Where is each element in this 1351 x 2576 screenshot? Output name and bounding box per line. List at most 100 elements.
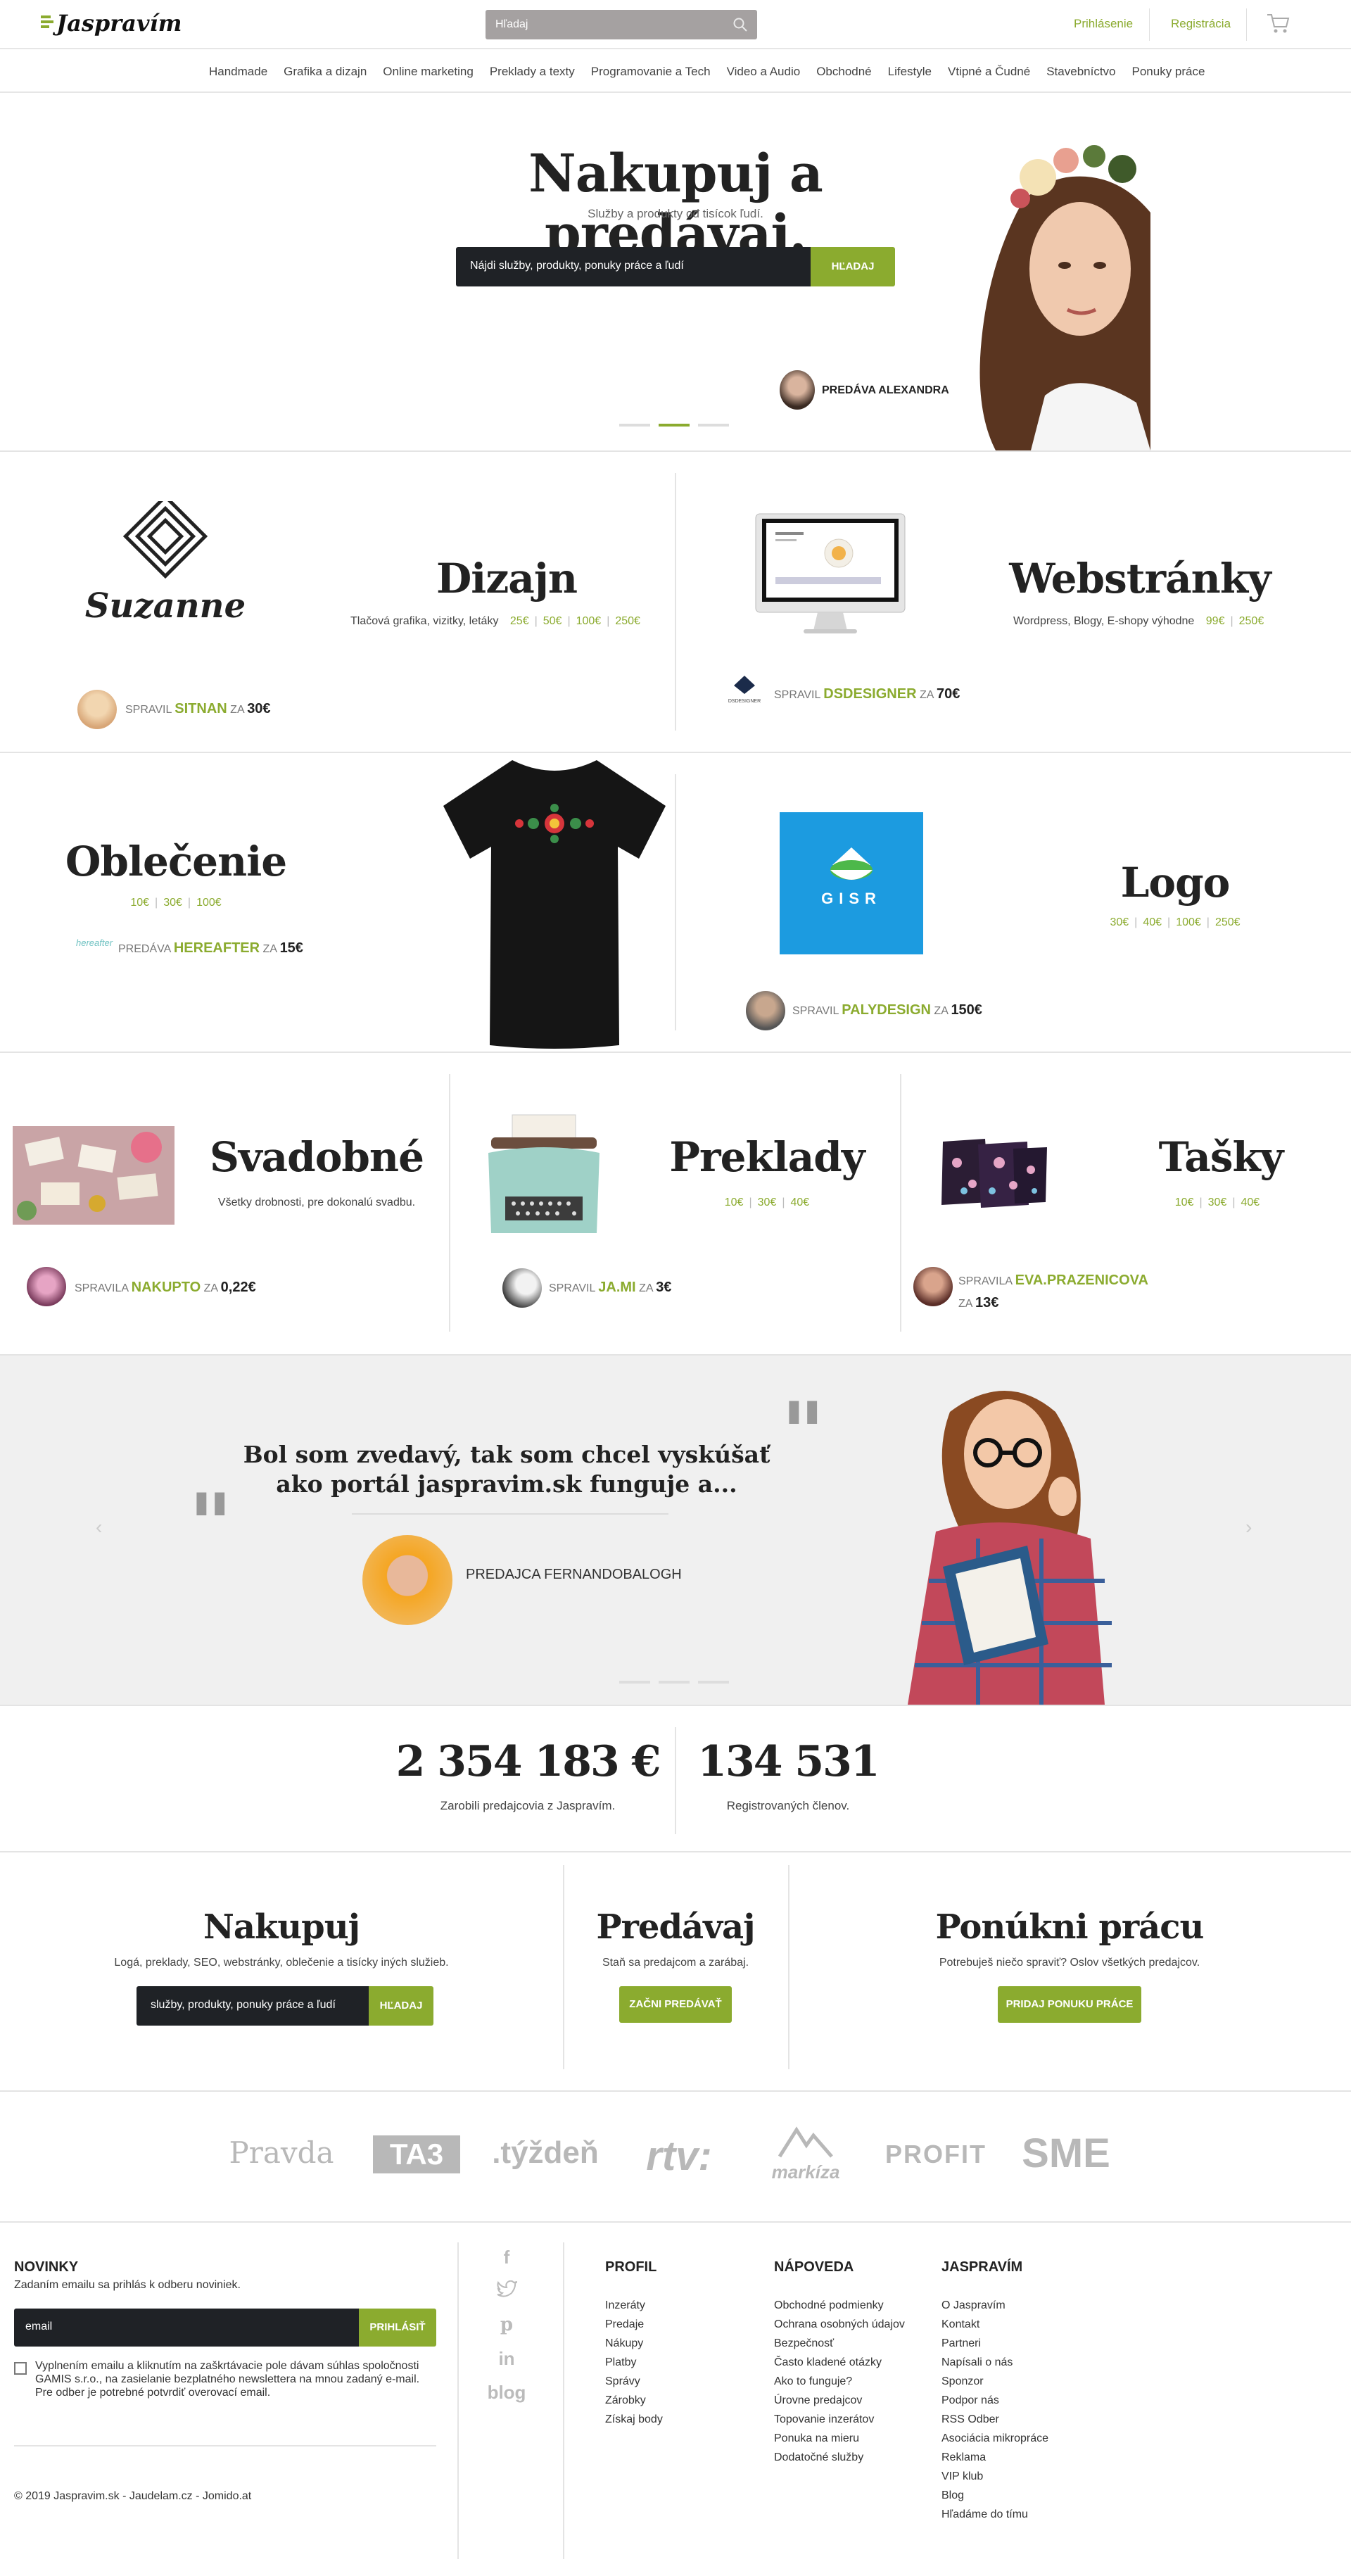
press-logo-ta3[interactable]: TA3	[373, 2135, 460, 2173]
footer-link[interactable]: Asociácia mikropráce	[941, 2429, 1048, 2448]
feature-subtitle: Wordpress, Blogy, E-shopy výhodne	[1013, 615, 1195, 627]
footer-link[interactable]: Platby	[605, 2353, 663, 2372]
footer-link[interactable]: Bezpečnosť	[774, 2334, 905, 2353]
consent-checkbox[interactable]	[14, 2362, 27, 2375]
nav-item[interactable]: Preklady a texty	[490, 65, 575, 79]
start-selling-button[interactable]: ZAČNI PREDÁVAŤ	[619, 1986, 732, 2023]
email-placeholder: email	[25, 2321, 53, 2332]
newsletter-email-input[interactable]: email	[14, 2309, 359, 2347]
footer-link[interactable]: Správy	[605, 2372, 663, 2391]
cta-search-input[interactable]: služby, produkty, ponuky práce a ľudí	[137, 1986, 369, 2026]
consent-text: Vyplnením emailu a kliknutím na zaškrtáv…	[35, 2360, 420, 2399]
nav-item[interactable]: Vtipné a Čudné	[948, 65, 1030, 79]
carousel-dot[interactable]	[659, 424, 690, 427]
footer-link[interactable]: Sponzor	[941, 2372, 1048, 2391]
footer-link[interactable]: Ako to funguje?	[774, 2372, 905, 2391]
footer-link[interactable]: Napísali o nás	[941, 2353, 1048, 2372]
press-logo-rtv[interactable]: rtv:	[626, 2133, 732, 2180]
site-logo[interactable]: Jaspravím	[56, 10, 182, 37]
nav-item[interactable]: Obchodné	[816, 65, 871, 79]
press-logo-pravda[interactable]: Pravda	[225, 2135, 338, 2170]
carousel-dot[interactable]	[698, 1681, 729, 1684]
feature-title: Preklady	[669, 1133, 865, 1181]
footer-link[interactable]: Hľadáme do tímu	[941, 2505, 1048, 2524]
carousel-dot[interactable]	[619, 1681, 650, 1684]
footer-link[interactable]: Topovanie inzerátov	[774, 2410, 905, 2429]
markiza-text: markíza	[771, 2161, 840, 2183]
linkedin-icon[interactable]: in	[486, 2348, 528, 2370]
login-link[interactable]: Prihlásenie	[1074, 17, 1133, 31]
cta-search-button[interactable]: HĽADAJ	[369, 1986, 433, 2026]
nav-item[interactable]: Ponuky práce	[1132, 65, 1205, 79]
stat-earnings-label: Zarobili predajcovia z Jaspravím.	[440, 1799, 616, 1812]
press-logo-profit[interactable]: PROFIT	[880, 2140, 992, 2169]
footer-link[interactable]: Predaje	[605, 2315, 663, 2334]
nav-item[interactable]: Programovanie a Tech	[591, 65, 711, 79]
cart-icon[interactable]	[1267, 13, 1290, 34]
hero-search-input[interactable]: Nájdi služby, produkty, ponuky práce a ľ…	[456, 247, 811, 286]
price: 100€	[576, 615, 602, 627]
avatar	[746, 991, 785, 1030]
footer-link[interactable]: Blog	[941, 2486, 1048, 2505]
footer-link[interactable]: Kontakt	[941, 2315, 1048, 2334]
testimonial-author[interactable]: PREDAJCA FERNANDOBALOGH	[466, 1567, 682, 1583]
nav-item[interactable]: Grafika a dizajn	[284, 65, 367, 79]
seller-byline[interactable]: SPRAVIL DSDESIGNER ZA 70€	[774, 686, 960, 702]
facebook-icon[interactable]: f	[486, 2247, 528, 2268]
footer-link[interactable]: O Jaspravím	[941, 2296, 1048, 2315]
nav-item[interactable]: Video a Audio	[727, 65, 801, 79]
nav-item[interactable]: Handmade	[209, 65, 267, 79]
quote-close-icon: "	[781, 1384, 825, 1483]
blog-link[interactable]: blog	[478, 2382, 535, 2404]
press-logo-sme[interactable]: SME	[1013, 2130, 1119, 2177]
footer-link[interactable]: RSS Odber	[941, 2410, 1048, 2429]
footer-link[interactable]: Reklama	[941, 2448, 1048, 2467]
seller-byline[interactable]: SPRAVIL JA.MI ZA 3€	[549, 1280, 671, 1296]
footer-link[interactable]: VIP klub	[941, 2467, 1048, 2486]
press-logo-markiza[interactable]: markíza	[760, 2126, 851, 2183]
hereafter-logo: hereafter	[76, 937, 113, 948]
seller-byline[interactable]: SPRAVILA EVA.PRAZENICOVA ZA 13€	[958, 1270, 1169, 1315]
cta-sell-subtitle: Staň sa predajcom a zarábaj.	[602, 1957, 749, 1969]
feature-title: Svadobné	[209, 1133, 424, 1181]
nav-item[interactable]: Lifestyle	[888, 65, 932, 79]
top-search-bar	[486, 10, 757, 39]
footer-link[interactable]: Nákupy	[605, 2334, 663, 2353]
footer-link[interactable]: Ochrana osobných údajov	[774, 2315, 905, 2334]
cta-job-subtitle: Potrebuješ niečo spraviť? Oslov všetkých…	[939, 1957, 1200, 1969]
footer-link[interactable]: Často kladené otázky	[774, 2353, 905, 2372]
chevron-left-icon[interactable]: ‹	[96, 1516, 102, 1539]
divider	[563, 1865, 564, 2069]
seller-byline[interactable]: PREDÁVA HEREAFTER ZA 15€	[118, 940, 303, 956]
seller-byline[interactable]: SPRAVILA NAKUPTO ZA 0,22€	[75, 1280, 256, 1296]
footer-link[interactable]: Získaj body	[605, 2410, 663, 2429]
footer-link[interactable]: Ponuka na mieru	[774, 2429, 905, 2448]
add-job-button[interactable]: PRIDAJ PONUKU PRÁCE	[998, 1986, 1141, 2023]
carousel-dot[interactable]	[659, 1681, 690, 1684]
top-search-input[interactable]	[495, 15, 721, 34]
footer-link[interactable]: Inzeráty	[605, 2296, 663, 2315]
footer-link[interactable]: Dodatočné služby	[774, 2448, 905, 2467]
seller-byline[interactable]: SPRAVIL SITNAN ZA 30€	[125, 701, 271, 717]
hero-search-button[interactable]: HĽADAJ	[811, 247, 895, 286]
hero-banner: Nakupuj a predávaj. Služby a produkty od…	[0, 94, 1351, 450]
search-icon[interactable]	[732, 16, 749, 33]
footer-link[interactable]: Obchodné podmienky	[774, 2296, 905, 2315]
subscribe-button[interactable]: PRIHLÁSIŤ	[359, 2309, 436, 2347]
footer-link[interactable]: Úrovne predajcov	[774, 2391, 905, 2410]
register-link[interactable]: Registrácia	[1171, 17, 1231, 31]
carousel-dot[interactable]	[619, 424, 650, 427]
pinterest-icon[interactable]: p	[486, 2314, 528, 2335]
carousel-dot[interactable]	[698, 424, 729, 427]
chevron-right-icon[interactable]: ›	[1245, 1516, 1252, 1539]
seller-byline[interactable]: SPRAVIL PALYDESIGN ZA 150€	[792, 1002, 982, 1018]
hero-seller-label: PREDÁVA ALEXANDRA	[822, 384, 949, 396]
twitter-icon[interactable]	[486, 2280, 528, 2304]
nav-item[interactable]: Stavebníctvo	[1046, 65, 1115, 79]
footer-link[interactable]: Zárobky	[605, 2391, 663, 2410]
footer-link[interactable]: Podpor nás	[941, 2391, 1048, 2410]
footer-link[interactable]: Partneri	[941, 2334, 1048, 2353]
footer-jaspravim-title: JASPRAVÍM	[941, 2259, 1023, 2275]
nav-item[interactable]: Online marketing	[383, 65, 474, 79]
press-logo-tyzden[interactable]: .týždeň	[486, 2135, 605, 2171]
